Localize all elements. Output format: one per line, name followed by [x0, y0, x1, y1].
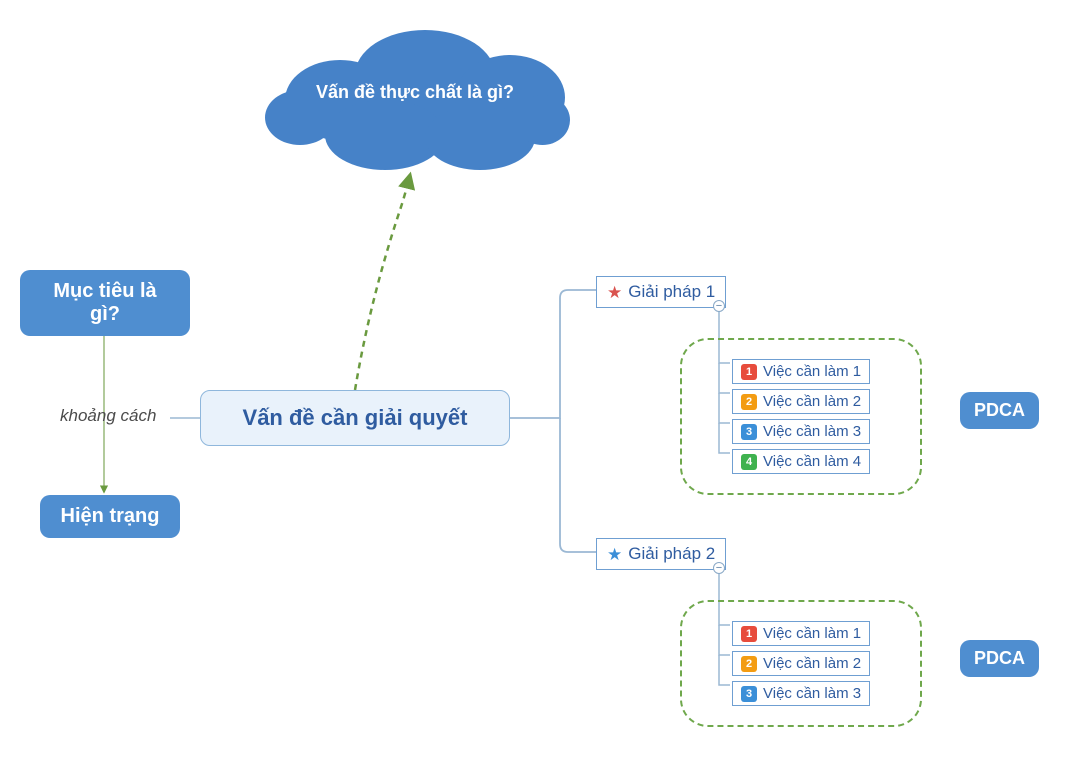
priority-badge: 2: [741, 656, 757, 672]
task-label: Việc cần làm 4: [763, 453, 861, 470]
collapse-toggle[interactable]: −: [713, 300, 725, 312]
priority-badge: 3: [741, 424, 757, 440]
priority-badge: 2: [741, 394, 757, 410]
solution-1-label: Giải pháp 1: [628, 282, 715, 302]
task-label: Việc cần làm 2: [763, 393, 861, 410]
pdca-label-2: PDCA: [960, 640, 1039, 677]
connector-central-sol1: [510, 290, 596, 418]
task-label: Việc cần làm 2: [763, 655, 861, 672]
priority-badge: 1: [741, 626, 757, 642]
solution-2-node[interactable]: ★ Giải pháp 2: [596, 538, 726, 570]
task-row[interactable]: 2 Việc cần làm 2: [732, 389, 870, 414]
star-icon: ★: [607, 546, 622, 563]
task-label: Việc cần làm 3: [763, 423, 861, 440]
collapse-toggle[interactable]: −: [713, 562, 725, 574]
priority-badge: 3: [741, 686, 757, 702]
solution-2-label: Giải pháp 2: [628, 544, 715, 564]
current-state-node[interactable]: Hiện trạng: [40, 495, 180, 538]
task-row[interactable]: 2 Việc cần làm 2: [732, 651, 870, 676]
star-icon: ★: [607, 284, 622, 301]
task-row[interactable]: 1 Việc cần làm 1: [732, 359, 870, 384]
cloud-label: Vấn đề thực chất là gì?: [265, 82, 565, 103]
goal-node[interactable]: Mục tiêu là gì?: [20, 270, 190, 336]
task-group-1: 1 Việc cần làm 1 2 Việc cần làm 2 3 Việc…: [680, 338, 922, 495]
task-label: Việc cần làm 3: [763, 685, 861, 702]
task-label: Việc cần làm 1: [763, 625, 861, 642]
cloud-thought: Vấn đề thực chất là gì?: [265, 20, 565, 170]
priority-badge: 1: [741, 364, 757, 380]
task-row[interactable]: 4 Việc cần làm 4: [732, 449, 870, 474]
solution-1-node[interactable]: ★ Giải pháp 1: [596, 276, 726, 308]
task-label: Việc cần làm 1: [763, 363, 861, 380]
gap-label: khoảng cách: [60, 406, 156, 426]
connector-central-to-cloud: [355, 175, 410, 390]
task-row[interactable]: 3 Việc cần làm 3: [732, 419, 870, 444]
task-group-2: 1 Việc cần làm 1 2 Việc cần làm 2 3 Việc…: [680, 600, 922, 727]
central-problem-node[interactable]: Vấn đề cần giải quyết: [200, 390, 510, 446]
priority-badge: 4: [741, 454, 757, 470]
connector-central-sol2: [560, 418, 596, 552]
task-row[interactable]: 3 Việc cần làm 3: [732, 681, 870, 706]
task-row[interactable]: 1 Việc cần làm 1: [732, 621, 870, 646]
pdca-label-1: PDCA: [960, 392, 1039, 429]
